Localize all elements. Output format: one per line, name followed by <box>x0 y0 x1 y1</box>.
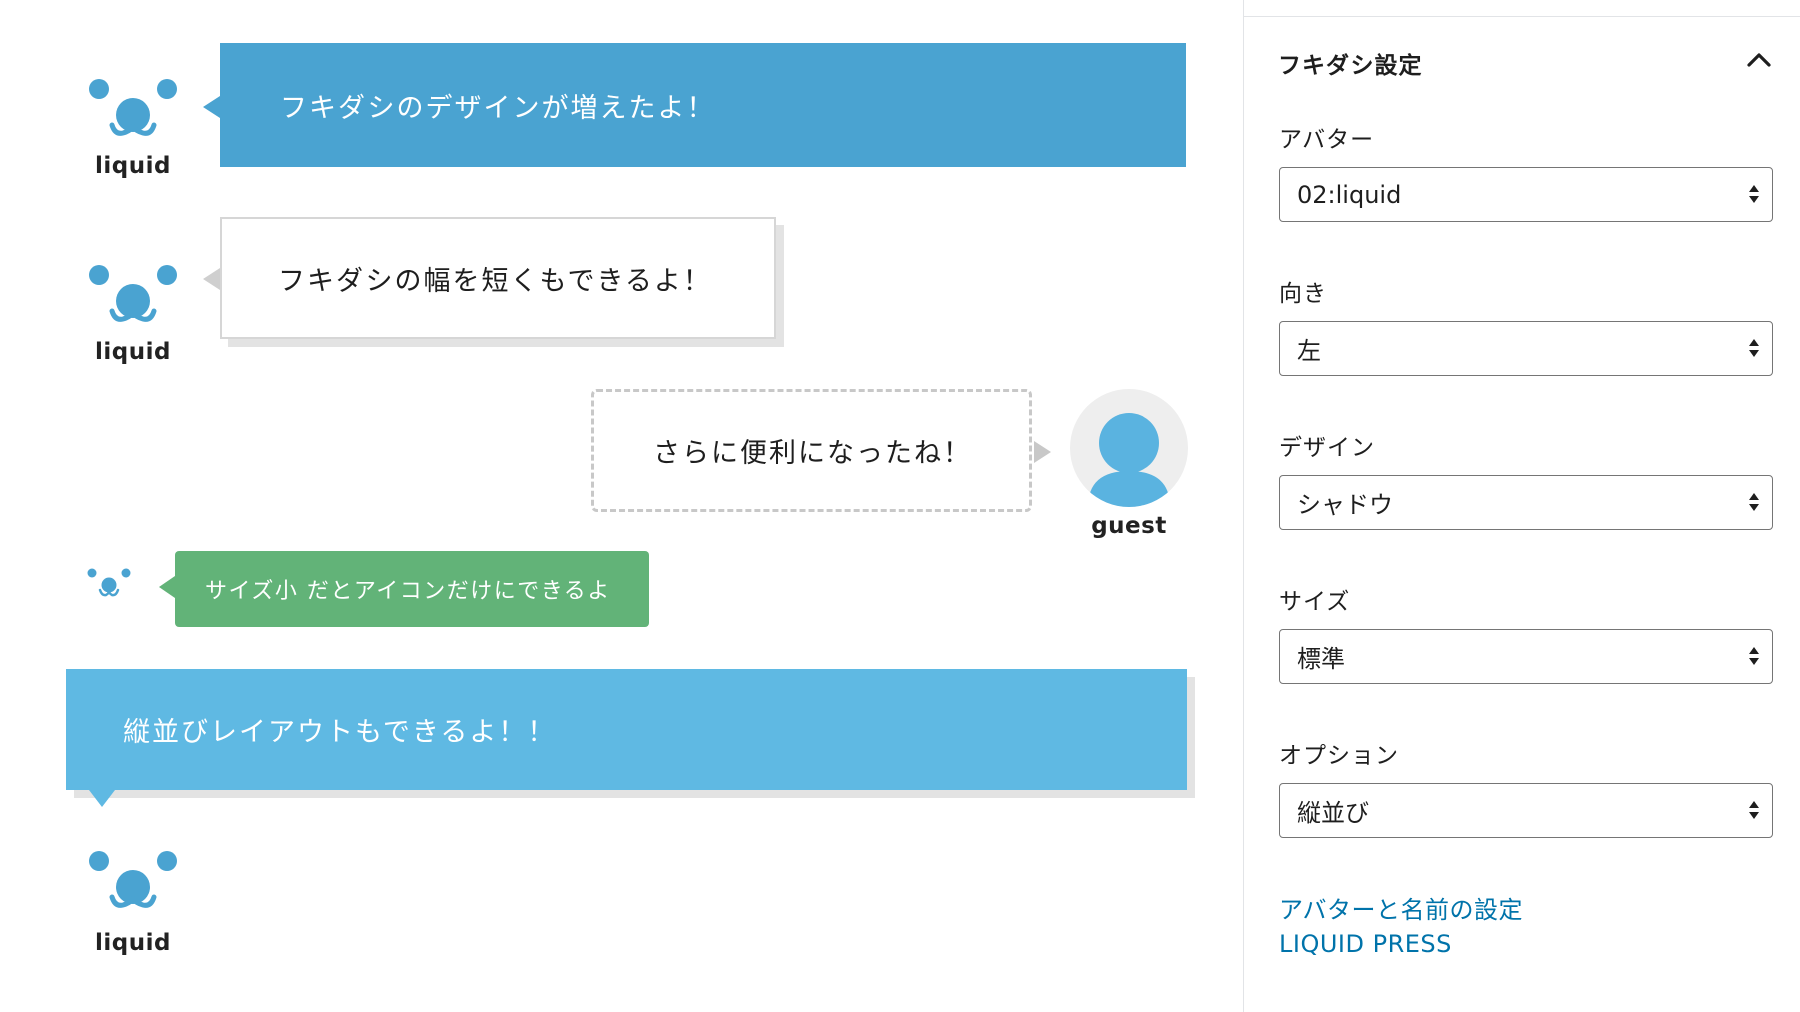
balloon-preview-area: liquid フキダシのデザインが増えたよ！ liquid フキダシの幅を短くも… <box>0 0 1243 1012</box>
balloon-text: 縦並びレイアウトもできるよ！！ <box>123 717 557 748</box>
design-label: デザイン <box>1279 435 1375 461</box>
select-value: シャドウ <box>1297 491 1393 519</box>
balloon-shadow: フキダシの幅を短くもできるよ！ <box>203 217 776 339</box>
avatar-name: liquid <box>95 153 171 179</box>
direction-label: 向き <box>1279 281 1327 307</box>
balloon-text: フキダシの幅を短くもできるよ！ <box>278 265 712 297</box>
avatar-label: アバター <box>1279 127 1375 153</box>
avatar-name: guest <box>1091 513 1167 539</box>
select-value: 縦並び <box>1297 799 1369 827</box>
user-icon <box>1088 413 1170 507</box>
avatar-liquid: liquid <box>73 850 193 956</box>
balloon-vertical: 縦並びレイアウトもできるよ！！ <box>66 669 1187 807</box>
settings-sidebar: フキダシ設定 アバター 02:liquid 向き 左 デザイン シャドウ サイズ… <box>1243 0 1800 1012</box>
divider <box>1244 16 1800 17</box>
select-arrows-icon <box>1749 647 1759 665</box>
balloon-text: サイズ小 だとアイコンだけにできるよ <box>205 579 611 604</box>
bear-face-icon <box>89 851 177 908</box>
option-label: オプション <box>1279 743 1399 769</box>
avatar-guest: guest <box>1069 389 1189 539</box>
liquid-press-link[interactable]: LIQUID PRESS <box>1279 930 1452 958</box>
select-value: 02:liquid <box>1297 180 1402 209</box>
size-label: サイズ <box>1279 589 1351 615</box>
balloon-dashed: さらに便利になったね！ <box>591 389 1051 512</box>
select-arrows-icon <box>1749 801 1759 819</box>
guest-avatar-circle <box>1070 389 1188 507</box>
direction-select[interactable]: 左 <box>1279 321 1773 376</box>
option-select[interactable]: 縦並び <box>1279 783 1773 838</box>
select-arrows-icon <box>1749 185 1759 203</box>
balloon-text: フキダシのデザインが増えたよ！ <box>280 92 716 124</box>
bear-face-icon-small <box>87 568 131 597</box>
balloon-small-green: サイズ小 だとアイコンだけにできるよ <box>159 551 649 627</box>
panel-title[interactable]: フキダシ設定 <box>1278 46 1422 80</box>
bear-face-icon <box>89 265 177 322</box>
avatar-name: liquid <box>95 339 171 365</box>
bear-face-icon <box>89 79 177 136</box>
avatar-settings-link[interactable]: アバターと名前の設定 <box>1279 890 1523 925</box>
avatar-name: liquid <box>95 930 171 956</box>
avatar-select[interactable]: 02:liquid <box>1279 167 1773 222</box>
size-select[interactable]: 標準 <box>1279 629 1773 684</box>
design-select[interactable]: シャドウ <box>1279 475 1773 530</box>
avatar-liquid: liquid <box>73 73 193 179</box>
balloon-default: フキダシのデザインが増えたよ！ <box>203 43 1186 167</box>
select-value: 左 <box>1297 337 1321 365</box>
balloon-text: さらに便利になったね！ <box>653 438 972 469</box>
select-value: 標準 <box>1297 645 1345 673</box>
select-arrows-icon <box>1749 339 1759 357</box>
avatar-liquid: liquid <box>73 259 193 365</box>
select-arrows-icon <box>1749 493 1759 511</box>
chevron-up-icon[interactable] <box>1746 52 1772 68</box>
